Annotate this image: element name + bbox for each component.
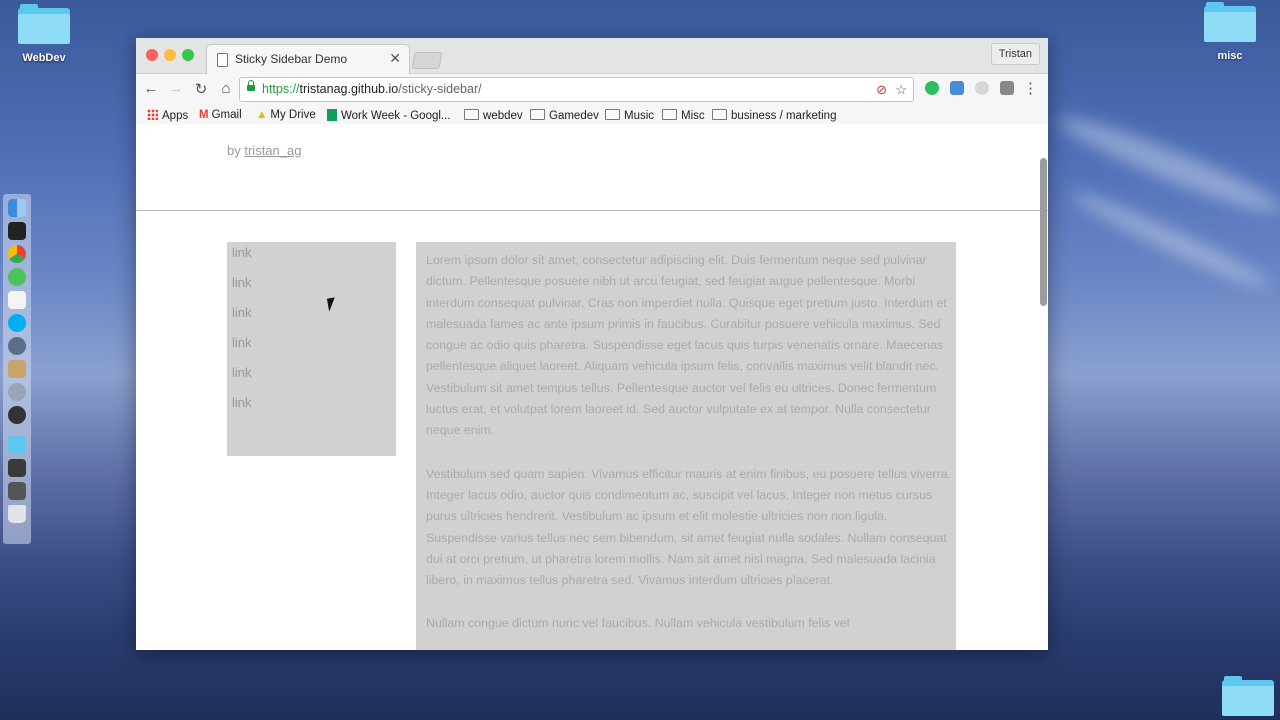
close-window-button[interactable] xyxy=(146,49,158,61)
bookmark-misc[interactable]: Misc xyxy=(662,109,705,122)
title-bar: Sticky Sidebar Demo ✕ Tristan xyxy=(136,38,1048,74)
url-text: https://tristanag.github.io/sticky-sideb… xyxy=(262,82,482,96)
bookmark-work-week[interactable]: Work Week - Googl... xyxy=(327,109,451,122)
tab-sticky-sidebar-demo[interactable]: Sticky Sidebar Demo ✕ xyxy=(206,44,410,74)
secure-lock-icon xyxy=(247,80,255,91)
folder-icon xyxy=(1222,676,1274,716)
page-scrollbar[interactable] xyxy=(1040,158,1047,306)
more-menu-icon[interactable]: ⋮ xyxy=(1023,79,1038,97)
minimize-window-button[interactable] xyxy=(164,49,176,61)
quicktime-icon[interactable] xyxy=(8,337,26,355)
terminal-icon[interactable] xyxy=(8,222,26,240)
back-arrow-icon[interactable]: ← xyxy=(142,80,160,97)
bookmark-gamedev[interactable]: Gamedev xyxy=(530,109,599,122)
folder-icon xyxy=(605,109,620,120)
content-paragraph: Vestibulum sed quam sapien. Vivamus effi… xyxy=(426,466,952,588)
sidebar-link[interactable]: link xyxy=(227,242,396,272)
extension-icon[interactable] xyxy=(950,81,964,95)
url-path: /sticky-sidebar/ xyxy=(398,82,482,96)
bookmark-business-marketing[interactable]: business / marketing xyxy=(712,109,836,122)
extension-icon[interactable] xyxy=(975,81,989,95)
desktop-folder-label: WebDev xyxy=(22,52,66,64)
byline-prefix: by xyxy=(227,143,241,158)
bookmark-music[interactable]: Music xyxy=(605,109,654,122)
page-viewport: by tristan_ag link link link link link l… xyxy=(136,124,1048,650)
toolbar: ← → ↻ ⌂ https://tristanag.github.io/stic… xyxy=(136,74,1048,104)
content-paragraph: Lorem ipsum dolor sit amet, consectetur … xyxy=(426,253,947,438)
home-icon[interactable]: ⌂ xyxy=(217,80,235,97)
gmail-icon: M xyxy=(199,109,209,121)
evernote-extension-icon[interactable] xyxy=(925,81,939,95)
folder-icon xyxy=(1204,2,1256,42)
blocked-content-icon[interactable]: ⊘ xyxy=(876,82,887,98)
browser-window: Sticky Sidebar Demo ✕ Tristan ← → ↻ ⌂ ht… xyxy=(136,38,1048,650)
skype-icon[interactable] xyxy=(8,314,26,332)
url-host: tristanag.github.io xyxy=(299,82,399,96)
address-bar[interactable]: https://tristanag.github.io/sticky-sideb… xyxy=(239,77,914,102)
bookmark-gmail[interactable]: M Gmail xyxy=(199,109,242,121)
sidebar-link[interactable]: link xyxy=(227,332,396,362)
extension-icon[interactable] xyxy=(1000,81,1014,95)
desktop-folder-label: misc xyxy=(1217,50,1243,62)
screenshot-icon[interactable] xyxy=(8,459,26,477)
page-icon xyxy=(217,53,228,67)
sheets-icon xyxy=(327,109,337,121)
desktop-folder-misc[interactable]: misc xyxy=(1190,2,1270,62)
reload-icon[interactable]: ↻ xyxy=(192,80,210,98)
apps-grid-icon xyxy=(147,109,158,120)
drive-icon: ▲ xyxy=(256,109,268,121)
author-link[interactable]: tristan_ag xyxy=(244,143,301,158)
sidebar-link[interactable]: link xyxy=(227,302,396,332)
sidebar-link[interactable]: link xyxy=(227,362,396,392)
folder-icon xyxy=(662,109,677,120)
url-scheme: https:// xyxy=(262,82,300,96)
sidebar-link[interactable]: link xyxy=(227,392,396,422)
folder-icon xyxy=(464,109,479,120)
finder-icon[interactable] xyxy=(8,199,26,217)
folder-icon xyxy=(18,4,70,44)
trash-icon[interactable] xyxy=(8,505,26,523)
preview-icon[interactable] xyxy=(8,482,26,500)
content-paragraph: Nullam congue dictum nunc vel faucibus. … xyxy=(426,616,850,631)
desktop-folder-webdev[interactable]: WebDev xyxy=(4,4,84,64)
folder-icon xyxy=(530,109,545,120)
byline: by tristan_ag xyxy=(227,143,301,158)
dock xyxy=(3,194,31,544)
bookmark-star-icon[interactable]: ☆ xyxy=(895,82,907,98)
header-divider xyxy=(136,210,1048,211)
clock-icon[interactable] xyxy=(8,406,26,424)
main-content: Lorem ipsum dolor sit amet, consectetur … xyxy=(416,242,956,650)
tab-title: Sticky Sidebar Demo xyxy=(235,52,348,66)
bookmark-webdev[interactable]: webdev xyxy=(464,109,523,122)
textedit-icon[interactable] xyxy=(8,291,26,309)
bookmark-apps[interactable]: Apps xyxy=(147,109,188,122)
chrome-icon[interactable] xyxy=(8,245,26,263)
notes-icon[interactable] xyxy=(8,360,26,378)
sidebar-link[interactable]: link xyxy=(227,272,396,302)
messages-icon[interactable] xyxy=(8,268,26,286)
new-tab-button[interactable] xyxy=(411,52,443,69)
bookmark-my-drive[interactable]: ▲ My Drive xyxy=(256,109,316,121)
folder-icon[interactable] xyxy=(8,436,26,454)
system-preferences-icon[interactable] xyxy=(8,383,26,401)
desktop-folder[interactable] xyxy=(1208,676,1280,716)
folder-icon xyxy=(712,109,727,120)
profile-button[interactable]: Tristan xyxy=(990,43,1040,65)
forward-arrow-icon[interactable]: → xyxy=(167,80,185,97)
close-tab-icon[interactable]: ✕ xyxy=(389,50,401,67)
maximize-window-button[interactable] xyxy=(182,49,194,61)
sticky-sidebar: link link link link link link xyxy=(227,242,396,456)
